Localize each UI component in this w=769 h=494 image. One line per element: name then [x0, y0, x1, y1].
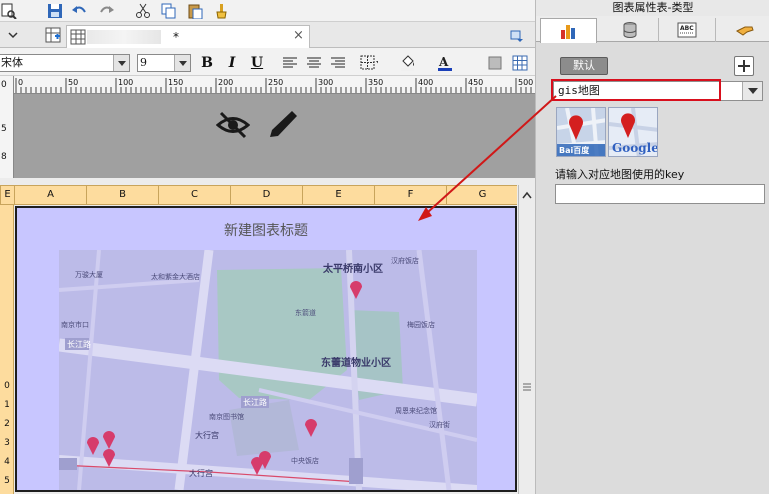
app-window: * × 宋体 9 B I U A 0 50 100 150 200 250 30… [0, 0, 769, 494]
annotation-arrow [418, 95, 557, 221]
